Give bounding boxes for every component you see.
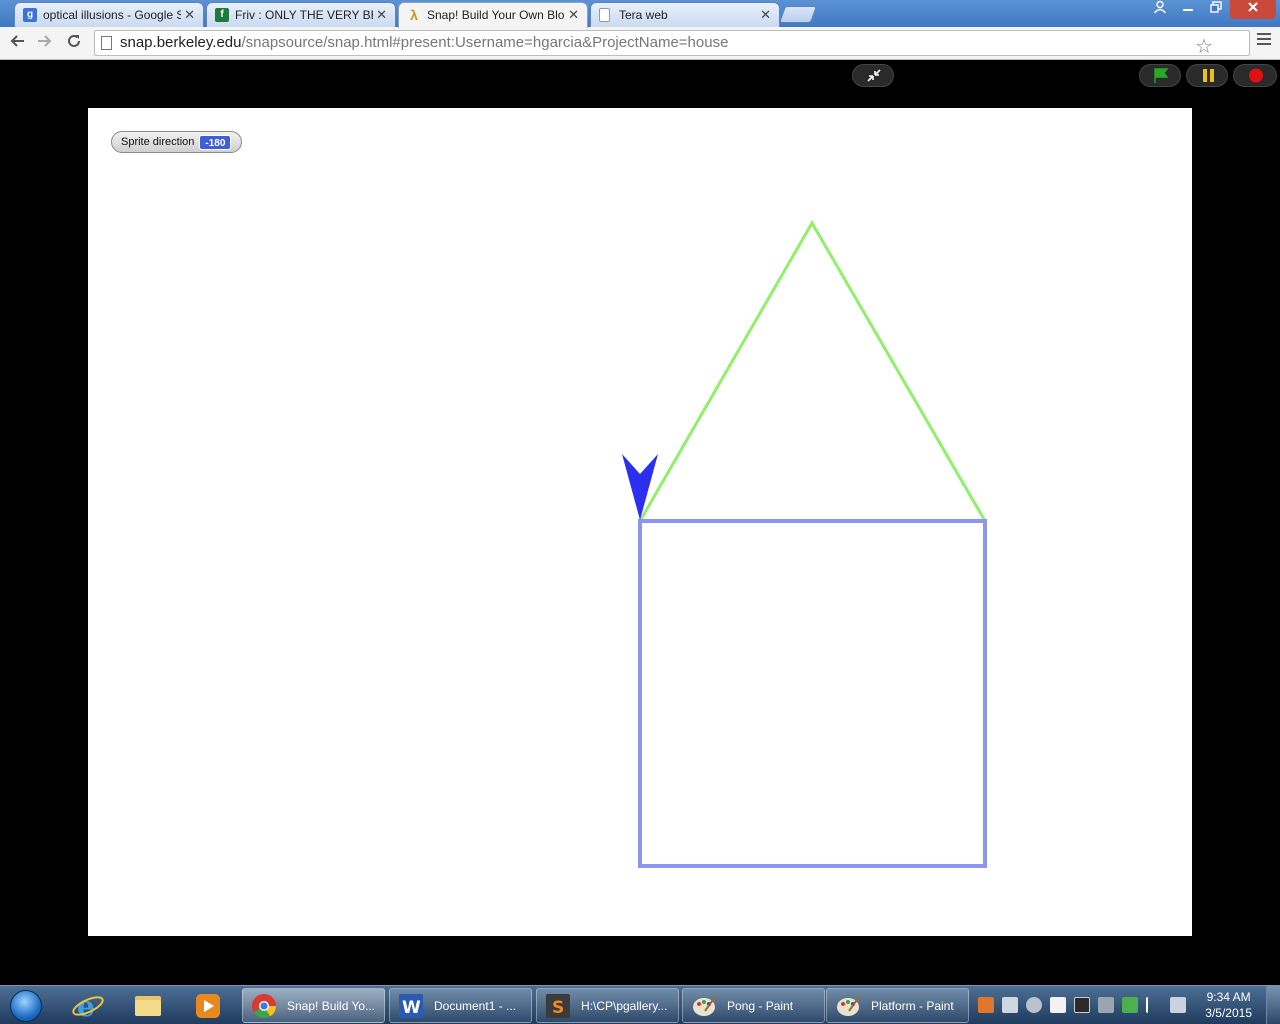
volume-muted-icon[interactable] <box>1098 997 1114 1013</box>
taskbar-sublime-pgallery[interactable]: S H:\CP\pgallery... <box>536 988 679 1023</box>
tray-v-icon[interactable] <box>1050 997 1066 1013</box>
screen: g optical illusions - Google S ✕ f Friv … <box>0 0 1280 1024</box>
url-text: snap.berkeley.edu/snapsource/snap.html#p… <box>120 31 728 55</box>
svg-text:e: e <box>77 990 95 1023</box>
close-tab-icon[interactable]: ✕ <box>760 7 771 23</box>
exit-presentation-button[interactable] <box>852 64 894 87</box>
back-button[interactable] <box>5 31 29 55</box>
taskbar-button-label: Document1 - ... <box>434 999 517 1013</box>
sublime-icon: S <box>546 994 570 1018</box>
sprite-arrow[interactable] <box>622 454 658 520</box>
browser-toolbar: snap.berkeley.edu/snapsource/snap.html#p… <box>0 27 1280 60</box>
collapse-arrows-icon <box>867 69 881 82</box>
system-clock[interactable]: 9:34 AM 3/5/2015 <box>1205 989 1252 1021</box>
google-icon: g <box>23 8 37 22</box>
chrome-icon <box>252 994 276 1019</box>
close-tab-icon[interactable]: ✕ <box>184 7 195 23</box>
folder-icon <box>135 996 161 1016</box>
bookmark-star-icon[interactable]: ☆ <box>1195 35 1213 59</box>
stop-button[interactable] <box>1233 64 1277 87</box>
snap-presentation: Sprite direction -180 <box>0 61 1280 985</box>
tab-title: Friv : ONLY THE VERY BES <box>235 8 373 22</box>
taskbar-button-label: Pong - Paint <box>727 999 794 1013</box>
new-tab-button[interactable] <box>778 6 818 23</box>
snap-stage[interactable]: Sprite direction -180 <box>88 108 1192 936</box>
show-desktop-button[interactable] <box>1266 986 1280 1024</box>
taskbar-button-label: Platform - Paint <box>871 999 954 1013</box>
browser-tab-strip: g optical illusions - Google S ✕ f Friv … <box>0 0 1280 28</box>
taskbar-platform-paint[interactable]: Platform - Paint <box>826 988 969 1023</box>
taskbar-word-document[interactable]: W Document1 - ... <box>389 988 532 1023</box>
forward-button[interactable] <box>33 31 57 55</box>
minimize-icon[interactable] <box>1174 0 1202 19</box>
pen-trails <box>622 220 987 868</box>
paint-icon <box>693 996 716 1016</box>
tray-app-icon[interactable] <box>978 997 994 1013</box>
green-flag-button[interactable] <box>1139 64 1181 87</box>
tray-monitor-icon[interactable] <box>1074 997 1090 1013</box>
internet-explorer-icon: e <box>72 990 104 1023</box>
address-bar[interactable]: snap.berkeley.edu/snapsource/snap.html#p… <box>94 30 1250 59</box>
page-icon <box>599 8 610 22</box>
taskbar-button-label: Snap! Build Yo... <box>287 999 376 1013</box>
system-tray: 9:34 AM 3/5/2015 <box>970 986 1280 1024</box>
close-tab-icon[interactable]: ✕ <box>376 7 387 23</box>
url-host: snap.berkeley.edu <box>120 34 242 51</box>
windows-taskbar: e Snap! Build Yo... W Document1 - ... S … <box>0 985 1280 1024</box>
windows-logo-icon <box>10 990 42 1022</box>
media-player-pinned[interactable] <box>180 988 236 1023</box>
tab-friv[interactable]: f Friv : ONLY THE VERY BES ✕ <box>206 2 396 27</box>
taskbar-pong-paint[interactable]: Pong - Paint <box>682 988 825 1023</box>
action-center-flag-icon[interactable] <box>1146 997 1162 1013</box>
page-icon <box>101 36 112 50</box>
tab-tera-web[interactable]: Tera web ✕ <box>590 2 780 27</box>
tray-security-icon[interactable] <box>1122 997 1138 1013</box>
svg-text:S: S <box>552 998 564 1018</box>
tray-network-icon[interactable] <box>1026 997 1042 1013</box>
paint-icon <box>837 996 860 1016</box>
close-window-icon[interactable] <box>1230 0 1276 19</box>
clock-time: 9:34 AM <box>1206 990 1251 1004</box>
url-path: /snapsource/snap.html#present:Username=h… <box>241 34 729 51</box>
stop-icon <box>1249 68 1263 83</box>
tray-tool-icon[interactable] <box>1002 997 1018 1013</box>
network-connection-icon[interactable] <box>1170 997 1186 1013</box>
pause-icon <box>1203 69 1214 82</box>
close-tab-icon[interactable]: ✕ <box>568 7 579 23</box>
taskbar-chrome-snap[interactable]: Snap! Build Yo... <box>242 988 385 1023</box>
snap-lambda-icon: λ <box>410 7 418 23</box>
tab-title: Snap! Build Your Own Blo <box>427 8 565 22</box>
house-roof <box>638 220 987 522</box>
clock-date: 3/5/2015 <box>1205 1006 1252 1020</box>
tab-optical-illusions[interactable]: g optical illusions - Google S ✕ <box>14 2 204 27</box>
window-controls <box>1146 0 1276 20</box>
taskbar-button-label: H:\CP\pgallery... <box>581 999 668 1013</box>
word-icon: W <box>399 994 423 1018</box>
media-player-icon <box>196 994 220 1018</box>
reload-button[interactable] <box>62 31 86 55</box>
pause-button[interactable] <box>1186 64 1228 87</box>
house-walls <box>638 519 987 868</box>
green-flag-icon <box>1154 68 1169 83</box>
internet-explorer-pinned[interactable]: e <box>60 988 116 1023</box>
user-profile-icon[interactable] <box>1146 0 1174 19</box>
start-button[interactable] <box>4 987 48 1024</box>
tab-title: optical illusions - Google S <box>43 8 181 22</box>
chrome-menu-icon[interactable] <box>1257 33 1271 48</box>
friv-icon: f <box>215 8 229 22</box>
svg-text:W: W <box>402 998 421 1018</box>
tab-title: Tera web <box>619 8 668 22</box>
file-explorer-pinned[interactable] <box>120 988 176 1023</box>
tab-snap[interactable]: λ Snap! Build Your Own Blo ✕ <box>398 2 588 28</box>
restore-icon[interactable] <box>1202 0 1230 19</box>
